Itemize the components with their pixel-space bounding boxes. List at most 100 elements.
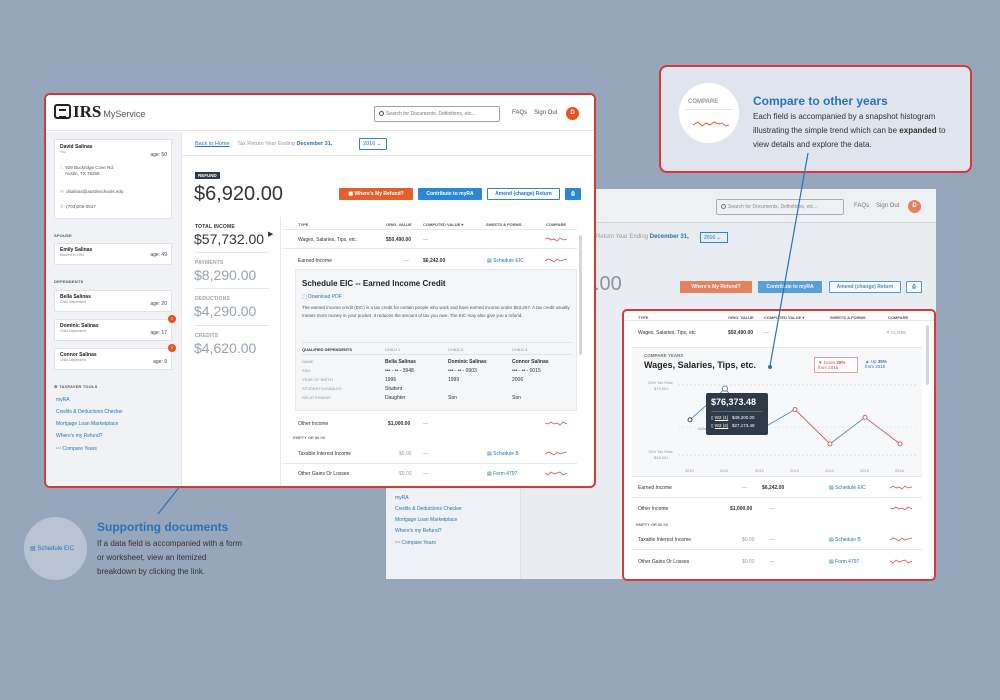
sidebar: David Salinas You age: 50 ⌂ 929 Buckridg… [46, 132, 182, 486]
wheres-my-refund-button[interactable]: ▦ Where's My Refund? [339, 188, 413, 200]
faqs-link[interactable]: FAQs [512, 110, 527, 116]
eic-detail-panel: Schedule EIC -- Earned Income Credit ⬚ D… [295, 269, 577, 411]
tool-compare-label: Compare Years [62, 446, 97, 452]
dependent-age: age: 9 [153, 359, 167, 365]
row-interest-type: Taxable Interest Income [298, 451, 352, 457]
avatar[interactable]: D [566, 107, 579, 120]
profile-card[interactable]: David Salinas You age: 50 ⌂ 929 Buckridg… [54, 139, 172, 219]
payments-value: $8,290.00 [194, 267, 257, 283]
form-4797-link[interactable]: ▤ Form 4797 [487, 471, 517, 477]
amend-button[interactable]: Amend (change) Return [487, 188, 560, 200]
schedule-eic-link[interactable]: ▤ Schedule EIC [487, 258, 524, 264]
deductions-label: DEDUCTIONS [195, 296, 231, 302]
support-thumb: ▤ Schedule EIC [24, 517, 87, 580]
eagle-icon [54, 104, 71, 119]
row-gains-type: Other Gains Or Losses [298, 471, 350, 477]
chevron-down-icon: ⌄ [376, 141, 382, 147]
spouse-age: age: 49 [150, 252, 167, 258]
main-scrollbar[interactable] [579, 235, 582, 355]
page: { "app": {"logo": "IRS", "service": "MyS… [0, 0, 1000, 700]
eic-cell: Connor Salinas [512, 359, 549, 365]
eic-cell: Dominic Salinas [448, 359, 487, 365]
sparkline[interactable] [545, 420, 567, 426]
credits-value: $4,620.00 [194, 340, 257, 356]
schedule-eic-label: Schedule EIC [493, 258, 524, 264]
document-icon: ▤ [487, 258, 492, 264]
print-button[interactable]: ⎙ [565, 188, 581, 200]
tool-compare-years[interactable]: 〰 Compare Years [56, 445, 97, 452]
header-type: TYPE [298, 222, 309, 227]
eic-cell: 2006 [512, 377, 524, 383]
eic-cell: ••• - •• - 0015 [512, 368, 541, 374]
row-earned-comp: $6,242.00 [423, 258, 446, 264]
profile-age: age: 50 [150, 152, 167, 158]
printer-icon: ⎙ [570, 191, 575, 197]
eic-row-label: RELATIONSHIP [302, 395, 332, 400]
row-wages-orig: $50,490.00 [386, 237, 412, 243]
profile-address2: Austin, TX 78268 [65, 171, 100, 176]
trend-icon: 〰 [56, 446, 62, 452]
header-orig: ORIG. VALUE [386, 222, 412, 227]
profile-email: dsalinas@austinschools.edu [66, 189, 124, 194]
credits-label: CREDITS [195, 333, 219, 339]
eic-row-label: NAME [302, 359, 314, 364]
dependent-sub: Child Dependent [60, 358, 87, 362]
email-icon: ✉ [60, 189, 64, 194]
eic-cell: Bella Salinas [385, 359, 416, 365]
spouse-card[interactable]: Emily Salinas Married in 1991 age: 49 [54, 243, 172, 265]
payments-label: PAYMENTS [195, 260, 224, 266]
sort-down-icon: ▾ [461, 222, 464, 227]
row-gains-orig: $0.00 [399, 471, 412, 477]
signout-link[interactable]: Sign Out [534, 110, 557, 116]
eic-cell: Son [448, 395, 457, 401]
document-icon: ▤ [30, 546, 36, 552]
deductions-value: $4,290.00 [194, 303, 257, 319]
irs-logo[interactable]: IRS MyService [54, 102, 145, 122]
eic-col-header: CHILD 2 [448, 347, 464, 352]
dependent-age: age: 17 [150, 330, 167, 336]
header-compare: COMPARE [546, 222, 567, 227]
row-gains-comp: — [423, 471, 428, 477]
refund-icon: ▦ [348, 191, 354, 197]
dependent-card[interactable]: Connor Salinas Child Dependent age: 9 [54, 348, 172, 370]
row-earned-type: Earned Income [298, 258, 332, 264]
play-icon[interactable]: ▶ [268, 230, 273, 238]
eic-cell: 1999 [448, 377, 460, 383]
sparkline[interactable] [545, 236, 567, 242]
header-sheets: SHEETS & FORMS [486, 222, 522, 227]
tool-mortgage[interactable]: Mortgage Loan Marketplace [56, 421, 118, 427]
sparkline[interactable] [545, 257, 567, 263]
profile-address1: 929 Buckridge Cove Rd. [65, 165, 115, 170]
eic-col-header: CHILD 3 [512, 347, 528, 352]
search-icon [379, 111, 384, 116]
tool-myra[interactable]: myRA [56, 397, 70, 403]
sparkline[interactable] [545, 470, 567, 476]
refund-label: REFUND [195, 172, 220, 179]
year-value: 2016 [363, 141, 376, 147]
eic-row-label: STUDENT/DISABLED [302, 386, 342, 391]
tool-refund[interactable]: Where's my Refund? [56, 433, 103, 439]
header-computed[interactable]: COMPUTED VALUE ▾ [423, 222, 463, 227]
eic-col-header: CHILD 1 [385, 347, 401, 352]
eic-cell: ••• - •• - 3948 [385, 368, 414, 374]
row-other-type: Other Income [298, 421, 329, 427]
eic-row-label: YEAR OF BIRTH [302, 377, 333, 382]
row-other-orig: $1,000.00 [388, 421, 411, 427]
schedule-eic-example: ▤ Schedule EIC [30, 545, 74, 552]
dependent-card[interactable]: Bella Salinas Child Dependent age: 20 [54, 290, 172, 312]
refund-amount: $6,920.00 [194, 183, 283, 205]
eic-title: Schedule EIC -- Earned Income Credit [302, 279, 446, 288]
main-window: IRS MyService Search for Documents, Defin… [44, 93, 596, 488]
tool-credits-checker[interactable]: Credits & Deductions Checker [56, 409, 123, 415]
schedule-b-link[interactable]: ▤ Schedule B [487, 451, 519, 457]
year-select[interactable]: 2016 ⌄ [359, 138, 387, 150]
download-pdf-link[interactable]: ⬚ Download PDF [302, 294, 342, 300]
dependent-card[interactable]: Dominic Salinas Child Dependent age: 17 [54, 319, 172, 341]
empty-label: EMPTY OR $0.00 [293, 435, 325, 440]
contribute-button[interactable]: Contribute to myRA [418, 188, 482, 200]
support-icon-label: Schedule EIC [37, 546, 75, 552]
search-input[interactable]: Search for Documents, Definitions, etc..… [374, 106, 500, 122]
back-link[interactable]: Back to Home [195, 141, 230, 147]
ending-label: Tax Return Year Ending [237, 141, 295, 147]
sparkline[interactable] [545, 450, 567, 456]
